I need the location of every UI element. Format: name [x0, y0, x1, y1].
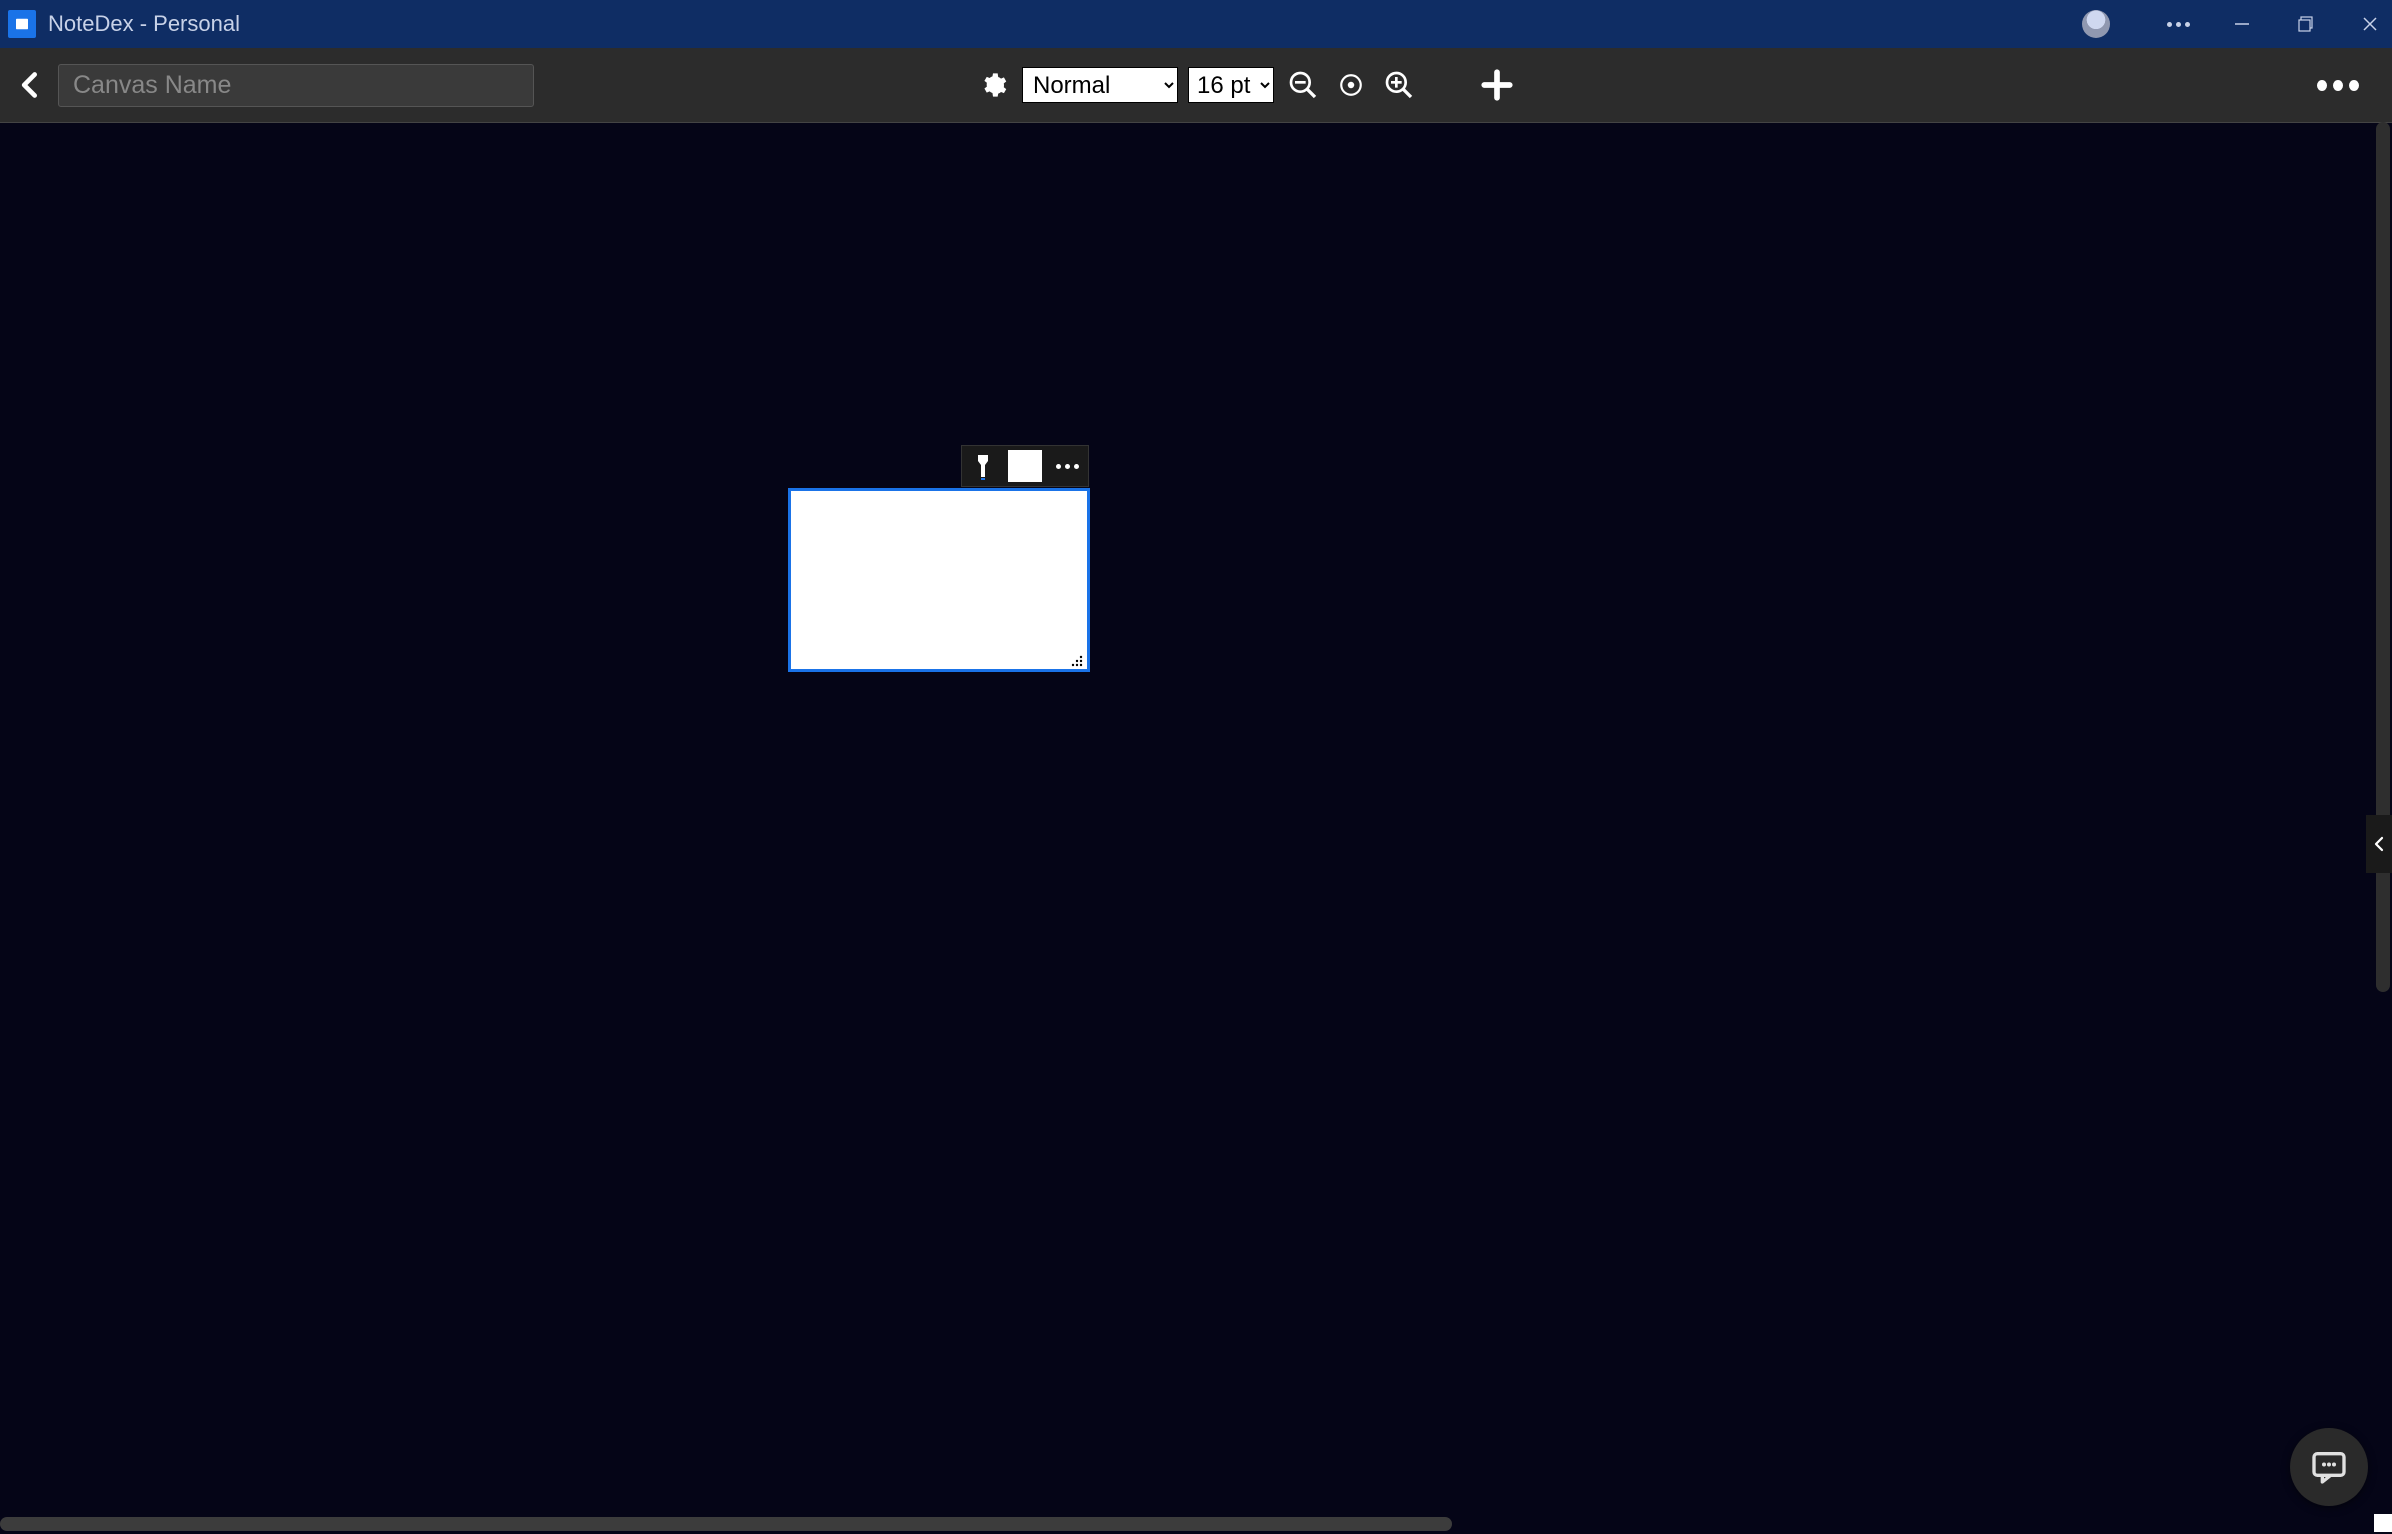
flashlight-icon[interactable] [962, 446, 1004, 486]
scrollbar-corner [2374, 1514, 2392, 1532]
close-button[interactable] [2356, 10, 2384, 38]
avatar[interactable] [2082, 10, 2110, 38]
maximize-button[interactable] [2292, 10, 2320, 38]
horizontal-scrollbar[interactable] [0, 1514, 2392, 1534]
side-panel-toggle[interactable] [2366, 815, 2392, 873]
horizontal-scrollbar-thumb[interactable] [0, 1517, 1452, 1531]
minimize-button[interactable] [2228, 10, 2256, 38]
zoom-out-icon[interactable] [1284, 66, 1322, 104]
note-more-icon[interactable] [1046, 446, 1088, 486]
app-title: NoteDex - Personal [48, 11, 240, 37]
titlebar: NoteDex - Personal [0, 0, 2392, 48]
canvas-area[interactable] [0, 122, 2392, 1514]
toolbar: Normal 16 pt [0, 48, 2392, 122]
color-swatch[interactable] [1008, 450, 1042, 482]
target-icon[interactable] [1332, 66, 1370, 104]
note-card[interactable] [788, 488, 1090, 672]
style-select[interactable]: Normal [1022, 67, 1178, 103]
more-options-button[interactable] [2314, 66, 2362, 104]
canvas-name-input[interactable] [58, 64, 534, 107]
chat-button[interactable] [2290, 1428, 2368, 1506]
add-button[interactable] [1478, 66, 1516, 104]
resize-handle-icon[interactable] [1069, 653, 1083, 667]
note-toolbar [961, 445, 1089, 487]
zoom-in-icon[interactable] [1380, 66, 1418, 104]
gear-icon[interactable] [974, 66, 1012, 104]
back-button[interactable] [12, 65, 48, 105]
size-select[interactable]: 16 pt [1188, 67, 1274, 103]
app-icon [8, 10, 36, 38]
titlebar-more-icon[interactable] [2164, 10, 2192, 38]
